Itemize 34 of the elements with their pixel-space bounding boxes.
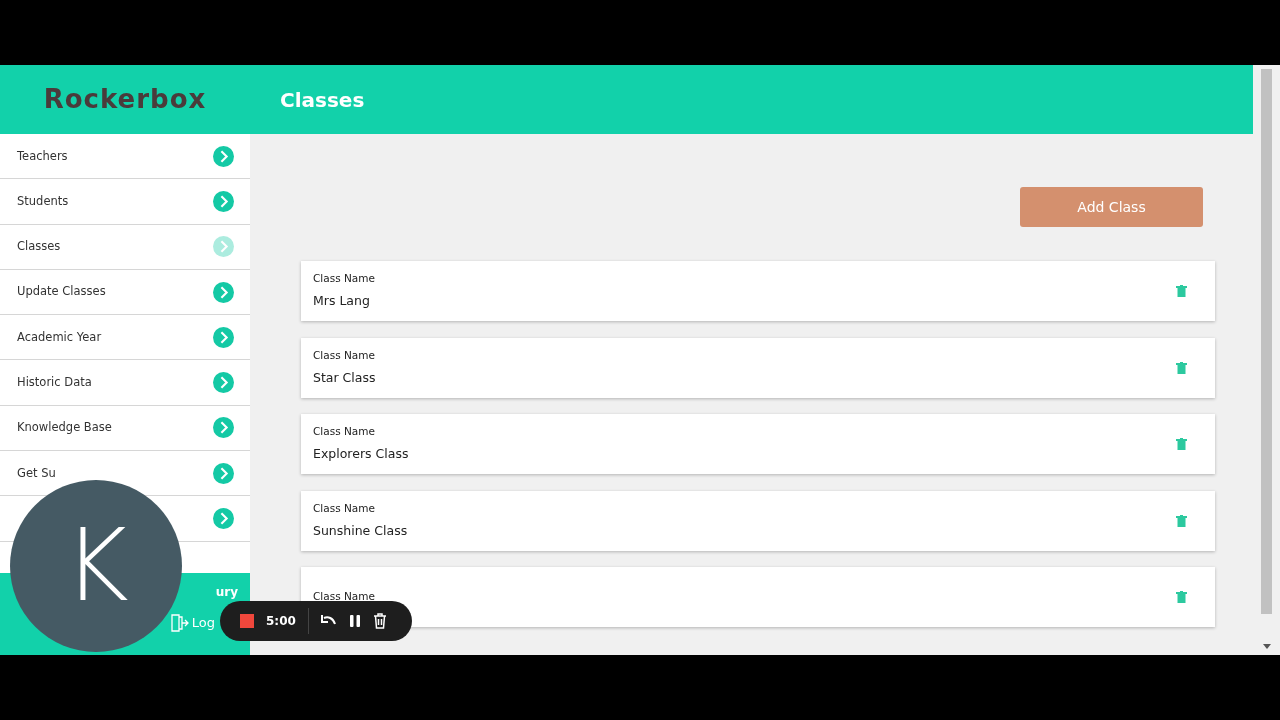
chevron-icon[interactable] (213, 508, 234, 529)
sidebar-link[interactable]: Update Classes (17, 283, 106, 301)
sidebar-link[interactable]: Classes (17, 238, 61, 256)
logo: Rockerbox (42, 83, 208, 116)
chevron-icon[interactable] (213, 190, 234, 212)
sidebar-link[interactable]: Get Su (17, 464, 56, 482)
user-name: ury (215, 584, 238, 601)
chevron-icon[interactable] (213, 372, 234, 394)
chevron-icon[interactable] (213, 417, 234, 439)
class-name: Explorers Class (313, 445, 409, 463)
sidebar-link[interactable]: Historic Data (17, 374, 92, 392)
field-label: Class Name (313, 347, 376, 363)
field-label: Class Name (313, 589, 375, 605)
class-name: Star Class (313, 368, 376, 387)
class-name: Sunshine Class (313, 521, 408, 540)
chevron-icon[interactable] (213, 145, 234, 167)
pause-icon[interactable] (348, 614, 361, 628)
chevron-icon[interactable] (213, 326, 234, 348)
class-name: Mrs Lang (313, 292, 371, 310)
chevron-icon[interactable] (213, 236, 234, 258)
recording-timer: 5:00 (266, 613, 296, 630)
chevron-icon[interactable] (213, 462, 234, 484)
sidebar-link[interactable]: Students (17, 192, 69, 211)
field-label: Class Name (313, 271, 375, 287)
field-label: Class Name (313, 424, 376, 440)
logout-icon (168, 613, 189, 633)
sidebar-link[interactable]: Teachers (17, 147, 68, 165)
scroll-down-icon[interactable] (1262, 644, 1271, 649)
sidebar-link[interactable]: Academic Year (17, 328, 102, 346)
chevron-icon[interactable] (213, 281, 234, 303)
sidebar-link[interactable]: Knowledge Base (17, 419, 112, 437)
page-title: Classes (280, 86, 365, 114)
field-label: Class Name (313, 500, 376, 516)
delete-icon[interactable] (372, 613, 387, 629)
